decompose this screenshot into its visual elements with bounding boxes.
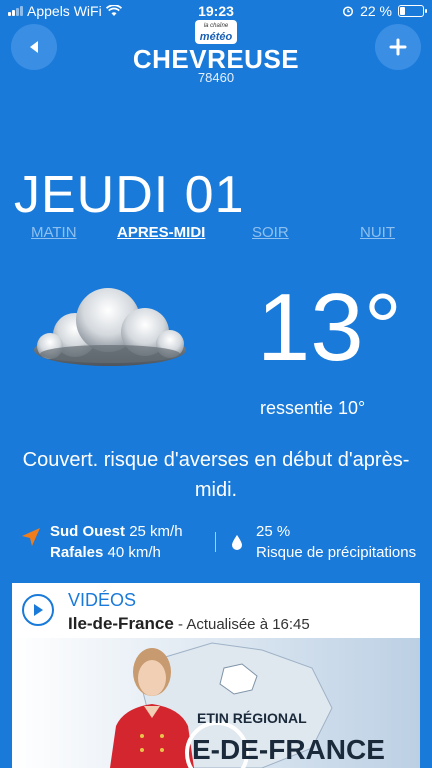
- play-circle-icon: [22, 594, 54, 626]
- video-header: VIDÉOS Ile-de-France - Actualisée à 16:4…: [12, 583, 420, 638]
- add-button[interactable]: [375, 24, 421, 70]
- wind-info: Sud Ouest 25 km/h Rafales 40 km/h: [50, 521, 183, 563]
- cloud-icon: [34, 288, 186, 366]
- thumbnail-caption-line2: E-DE-FRANCE: [192, 734, 385, 765]
- battery-icon: [398, 5, 427, 17]
- tab-apres-midi[interactable]: APRES-MIDI: [117, 224, 205, 241]
- wind-speed: 25 km/h: [129, 523, 183, 540]
- weather-description: Couvert. risque d'averses en début d'apr…: [22, 449, 410, 501]
- separator: [215, 532, 216, 552]
- video-subtitle: Ile-de-France - Actualisée à 16:45: [68, 614, 310, 634]
- day-title: JEUDI 01: [14, 166, 245, 224]
- thumbnail-caption-line1: ETIN RÉGIONAL: [197, 710, 307, 726]
- video-thumbnail[interactable]: ETIN RÉGIONAL E-DE-FRANCE: [12, 638, 420, 768]
- postal-code: 78460: [197, 70, 235, 85]
- rain-drop-icon: [232, 535, 242, 550]
- video-card[interactable]: VIDÉOS Ile-de-France - Actualisée à 16:4…: [12, 583, 420, 768]
- wind-precip-row: Sud Ouest 25 km/h Rafales 40 km/h 25 % R…: [0, 520, 432, 564]
- wind-direction: Sud Ouest: [50, 523, 126, 540]
- wind-direction-icon: [22, 528, 40, 546]
- alarm-icon: [343, 6, 354, 17]
- period-tabs: MATIN APRES-MIDI SOIR NUIT: [0, 224, 432, 244]
- tab-matin[interactable]: MATIN: [31, 224, 77, 241]
- gusts-speed: 40 km/h: [107, 544, 161, 561]
- logo-badge: la chaîne météo: [194, 20, 238, 44]
- temperature: 13°: [256, 274, 402, 381]
- battery-percent: 22 %: [360, 3, 392, 19]
- precip-label: Risque de précipitations: [256, 544, 417, 561]
- precip-percent: 25 %: [256, 523, 291, 540]
- plus-icon: [389, 38, 407, 56]
- logo: la chaîne météo: [0, 20, 432, 45]
- videos-title: VIDÉOS: [68, 590, 137, 610]
- tab-soir[interactable]: SOIR: [252, 224, 289, 241]
- precip-info: 25 % Risque de précipitations: [256, 521, 416, 563]
- video-region: Ile-de-France: [68, 614, 174, 633]
- gusts-label: Rafales: [50, 544, 104, 561]
- status-right: 22 %: [342, 3, 427, 19]
- video-updated: - Actualisée à 16:45: [173, 616, 310, 633]
- status-bar: Appels WiFi 19:23 22 %: [0, 0, 432, 22]
- logo-text: météo: [199, 31, 233, 43]
- tab-nuit[interactable]: NUIT: [360, 224, 395, 241]
- feels-like: ressentie 10°: [260, 398, 366, 418]
- battery-fill: [400, 7, 405, 15]
